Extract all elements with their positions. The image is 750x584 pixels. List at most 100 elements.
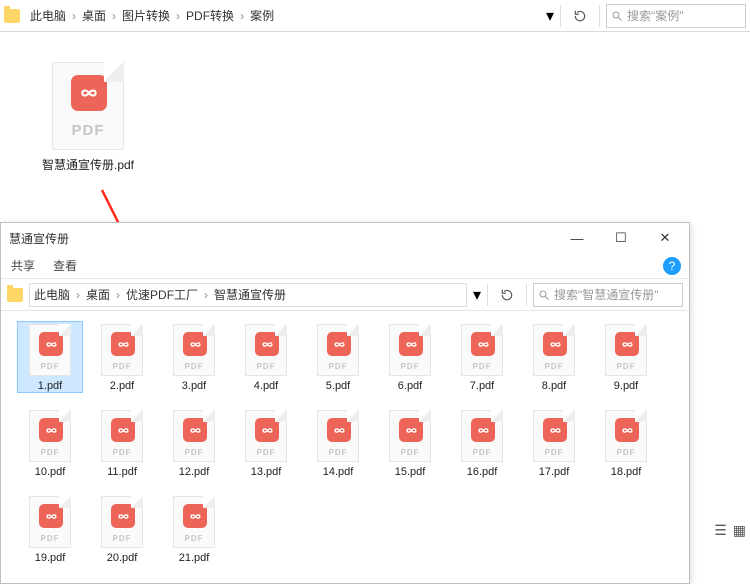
search-placeholder: 搜索"案例" xyxy=(627,7,684,24)
divider xyxy=(560,5,561,27)
file-type-label: PDF xyxy=(390,362,430,371)
details-view-icon[interactable]: ☰ xyxy=(714,522,727,539)
file-type-label: PDF xyxy=(318,448,358,457)
file-item[interactable]: PDF18.pdf xyxy=(593,407,659,479)
address-bar: 此电脑›桌面›图片转换›PDF转换›案例 ▾ 搜索"案例" xyxy=(0,0,750,32)
file-item[interactable]: PDF4.pdf xyxy=(233,321,299,393)
file-item[interactable]: PDF 19.pdf xyxy=(17,493,83,565)
pdf-file-icon: PDF xyxy=(101,410,143,462)
pdf-file-icon: PDF xyxy=(173,324,215,376)
maximize-button[interactable]: ☐ xyxy=(599,224,643,252)
breadcrumb-item[interactable]: 案例 xyxy=(250,7,274,24)
file-name: 11.pdf xyxy=(90,466,154,478)
pdf-file-icon: PDF xyxy=(317,410,359,462)
breadcrumb[interactable]: 此电脑›桌面›图片转换›PDF转换›案例 xyxy=(26,7,540,24)
breadcrumb-item[interactable]: 图片转换 xyxy=(122,7,170,24)
file-item[interactable]: PDF 5.pdf xyxy=(305,321,371,393)
breadcrumb[interactable]: 此电脑 › 桌面 › 优速PDF工厂 › 智慧通宣传册 xyxy=(29,283,467,307)
close-button[interactable]: ✕ xyxy=(643,224,687,252)
pdf-file-icon: PDF xyxy=(245,324,287,376)
breadcrumb-item[interactable]: PDF转换 xyxy=(186,7,234,24)
file-type-label: PDF xyxy=(102,534,142,543)
file-type-label: PDF xyxy=(606,448,646,457)
file-type-label: PDF xyxy=(534,448,574,457)
file-grid: PDF1.pdfPDF2.pdfPDF3.pdfPDF4.pdfPDF5.pdf… xyxy=(1,311,689,583)
pdf-file-icon: PDF xyxy=(173,496,215,548)
breadcrumb-item[interactable]: 优速PDF工厂 xyxy=(126,286,198,303)
file-item[interactable]: PDF 15.pdf xyxy=(377,407,443,479)
titlebar[interactable]: 慧通宣传册 — ☐ ✕ xyxy=(1,223,689,253)
file-name: 15.pdf xyxy=(378,466,442,478)
tab-share[interactable]: 共享 xyxy=(11,257,35,274)
file-item[interactable]: PDF 20.pdf xyxy=(89,493,155,565)
window-controls: — ☐ ✕ xyxy=(555,224,687,252)
file-item[interactable]: PDF7.pdf xyxy=(449,321,515,393)
file-item[interactable]: PDF 智慧通宣传册.pdf xyxy=(40,62,136,173)
search-icon xyxy=(538,289,550,301)
file-name: 3.pdf xyxy=(162,380,226,392)
file-item[interactable]: PDF6.pdf xyxy=(377,321,443,393)
search-input[interactable]: 搜索"智慧通宣传册" xyxy=(533,283,683,307)
file-item[interactable]: PDF21.pdf xyxy=(161,493,227,565)
search-input[interactable]: 搜索"案例" xyxy=(606,4,746,28)
icons-view-icon[interactable]: ▦ xyxy=(733,522,746,539)
file-name: 19.pdf xyxy=(18,552,82,564)
chevron-down-icon[interactable]: ▾ xyxy=(546,6,554,26)
refresh-button[interactable] xyxy=(567,3,593,29)
window-title: 慧通宣传册 xyxy=(9,230,69,247)
chevron-right-icon: › xyxy=(72,9,76,23)
chevron-right-icon: › xyxy=(76,288,80,302)
breadcrumb-item[interactable]: 桌面 xyxy=(82,7,106,24)
chevron-right-icon: › xyxy=(204,288,208,302)
file-item[interactable]: PDF 1.pdf xyxy=(17,321,83,393)
pdf-file-icon: PDF xyxy=(101,324,143,376)
file-item[interactable]: PDF 11.pdf xyxy=(89,407,155,479)
chevron-right-icon: › xyxy=(116,288,120,302)
chevron-down-icon[interactable]: ▾ xyxy=(473,285,481,305)
file-type-label: PDF xyxy=(462,448,502,457)
search-icon xyxy=(611,10,623,22)
chevron-right-icon: › xyxy=(112,9,116,23)
tab-view[interactable]: 查看 xyxy=(53,257,77,274)
file-item[interactable]: PDF 3.pdf xyxy=(161,321,227,393)
file-item[interactable]: PDF17.pdf xyxy=(521,407,587,479)
refresh-button[interactable] xyxy=(494,282,520,308)
file-name: 20.pdf xyxy=(90,552,154,564)
pdf-file-icon: PDF xyxy=(605,410,647,462)
pdf-file-icon: PDF xyxy=(389,324,431,376)
breadcrumb-item[interactable]: 此电脑 xyxy=(34,286,70,303)
folder-icon xyxy=(4,9,20,23)
file-item[interactable]: PDF9.pdf xyxy=(593,321,659,393)
breadcrumb-item[interactable]: 桌面 xyxy=(86,286,110,303)
file-item[interactable]: PDF 10.pdf xyxy=(17,407,83,479)
help-icon[interactable]: ? xyxy=(663,257,681,275)
file-item[interactable]: PDF14.pdf xyxy=(305,407,371,479)
file-item[interactable]: PDF 12.pdf xyxy=(161,407,227,479)
file-type-label: PDF xyxy=(246,448,286,457)
file-type-label: PDF xyxy=(174,448,214,457)
file-item[interactable]: PDF8.pdf xyxy=(521,321,587,393)
breadcrumb-item[interactable]: 此电脑 xyxy=(30,7,66,24)
pdf-file-icon: PDF xyxy=(245,410,287,462)
file-item[interactable]: PDF2.pdf xyxy=(89,321,155,393)
chevron-right-icon: › xyxy=(240,9,244,23)
folder-icon xyxy=(7,288,23,302)
address-bar: 此电脑 › 桌面 › 优速PDF工厂 › 智慧通宣传册 ▾ 搜索"智慧通宣传册" xyxy=(1,279,689,311)
file-name: 5.pdf xyxy=(306,380,370,392)
file-name: 10.pdf xyxy=(18,466,82,478)
file-type-label: PDF xyxy=(534,362,574,371)
file-item[interactable]: PDF13.pdf xyxy=(233,407,299,479)
file-name: 1.pdf xyxy=(18,380,82,392)
breadcrumb-item[interactable]: 智慧通宣传册 xyxy=(214,286,286,303)
file-name: 12.pdf xyxy=(162,466,226,478)
pdf-file-icon: PDF xyxy=(29,410,71,462)
pdf-file-icon: PDF xyxy=(29,496,71,548)
minimize-button[interactable]: — xyxy=(555,224,599,252)
pdf-file-icon: PDF xyxy=(533,324,575,376)
file-type-label: PDF xyxy=(318,362,358,371)
file-name: 16.pdf xyxy=(450,466,514,478)
file-item[interactable]: PDF 16.pdf xyxy=(449,407,515,479)
view-mode-switch[interactable]: ☰ ▦ xyxy=(714,522,746,539)
pdf-file-icon: PDF xyxy=(29,324,71,376)
pdf-file-icon: PDF xyxy=(389,410,431,462)
